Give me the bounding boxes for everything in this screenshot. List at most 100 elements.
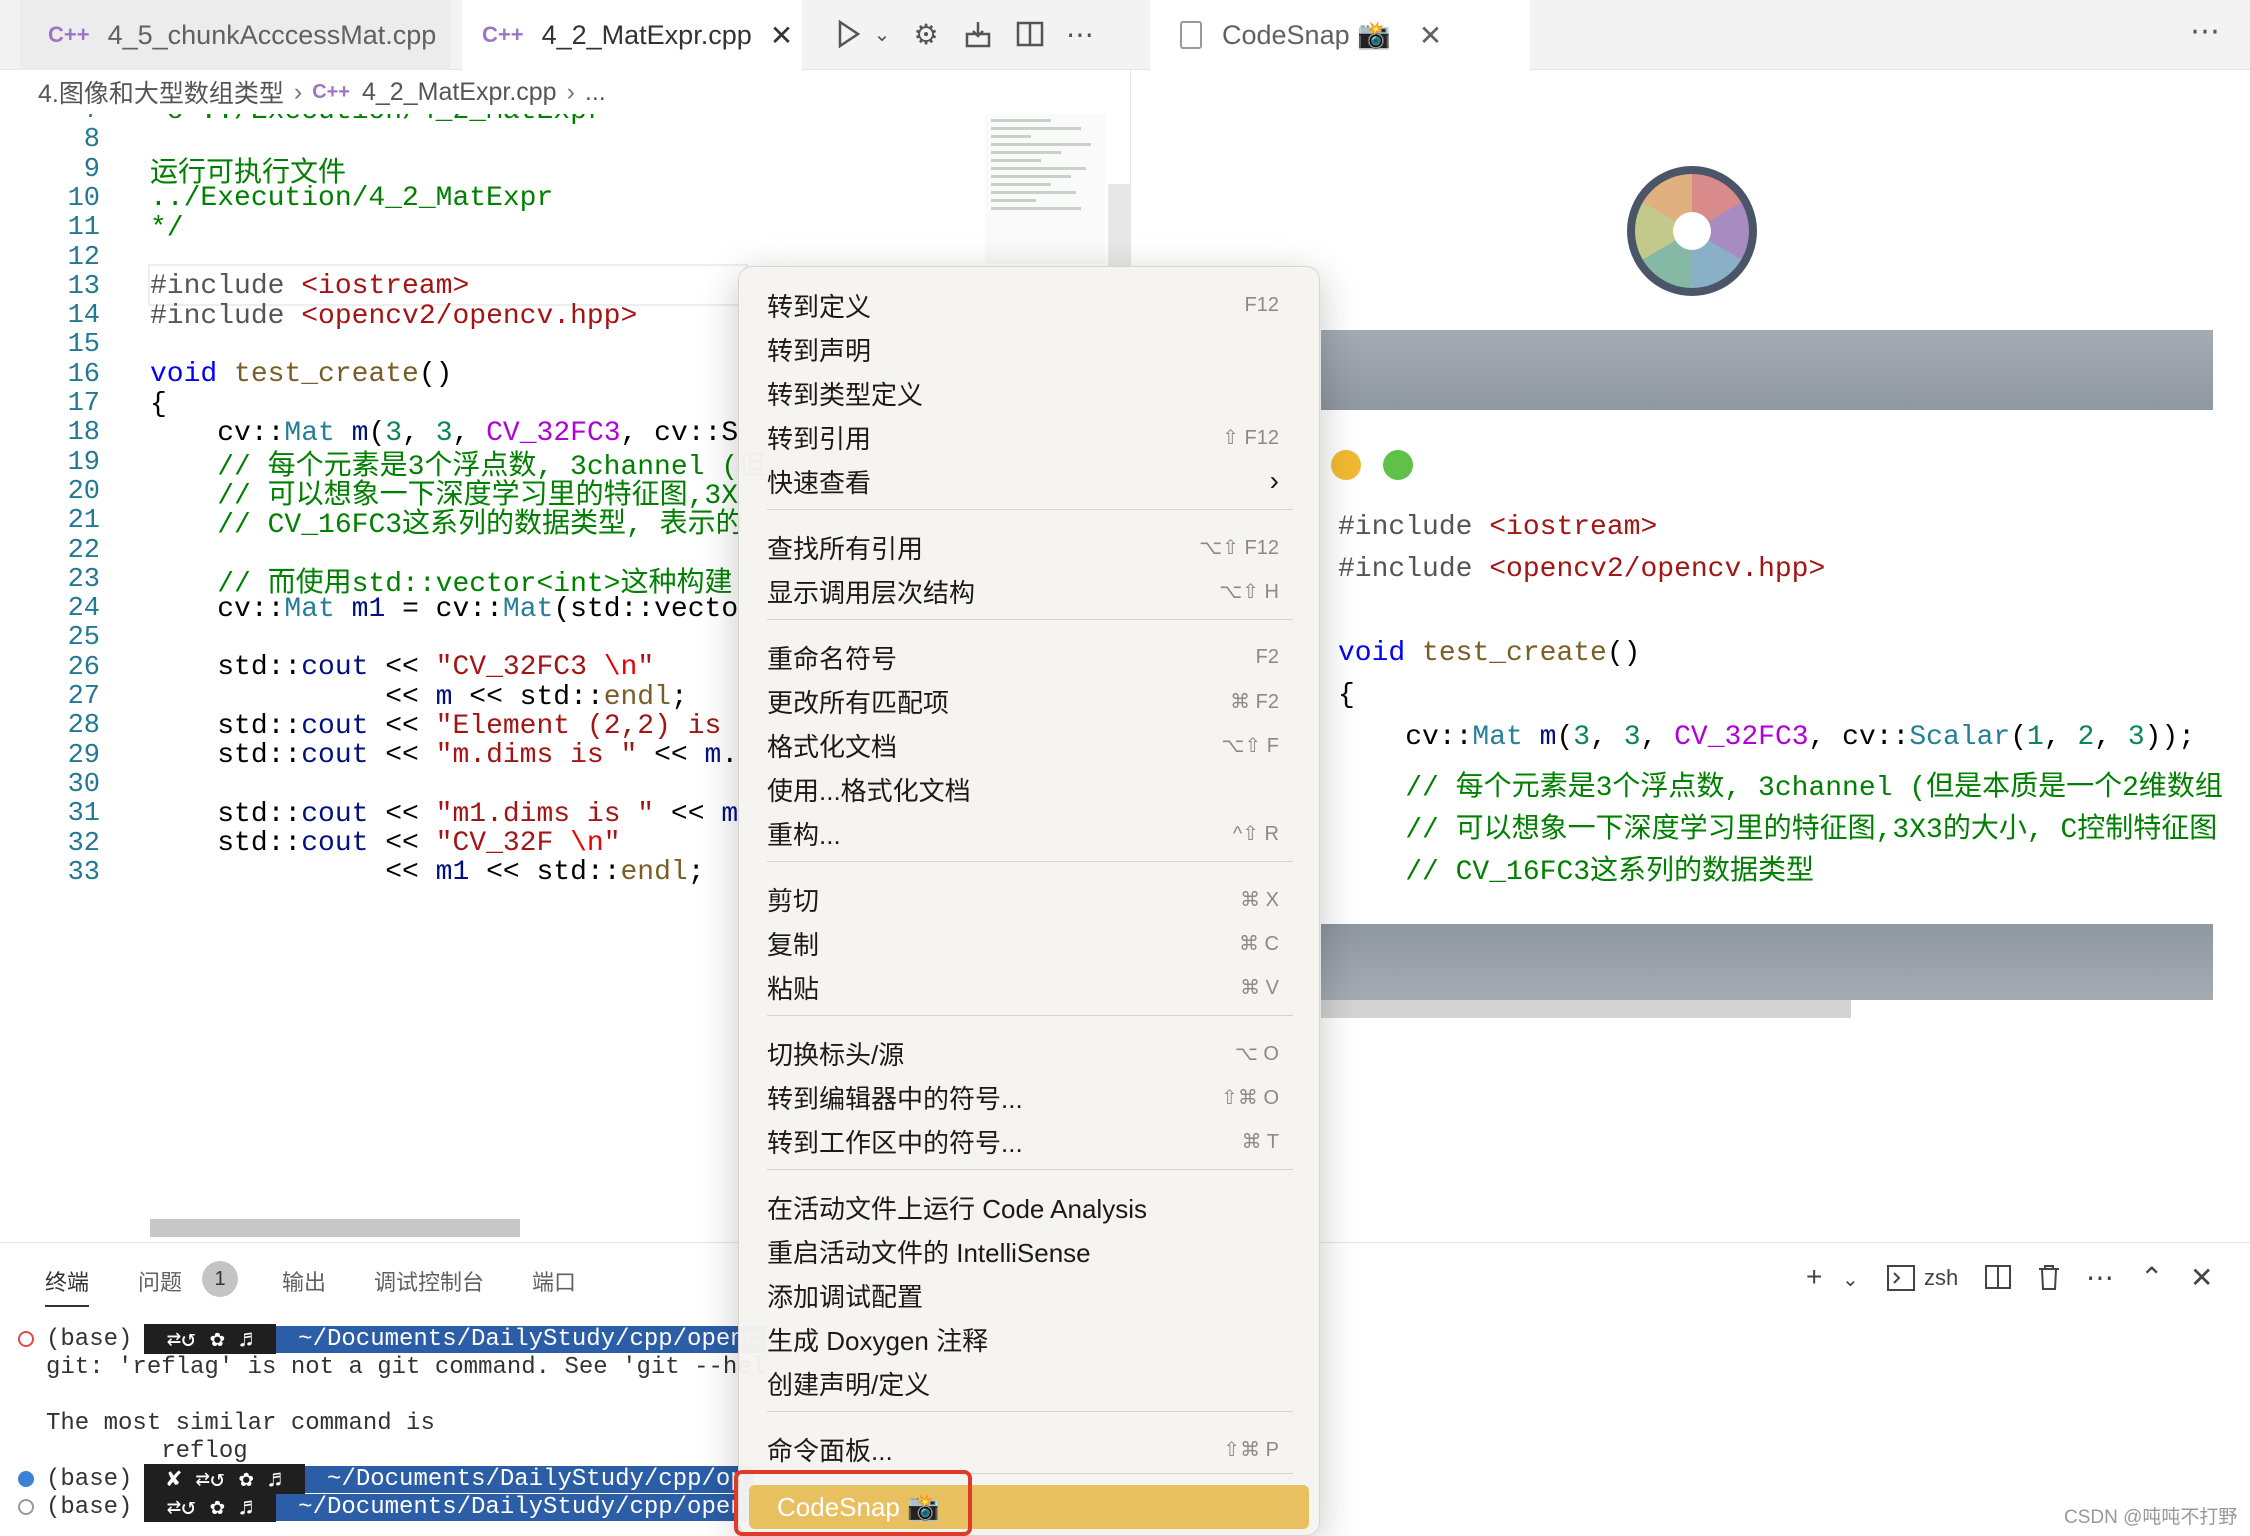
menu-item[interactable]: 转到编辑器中的符号... ⇧⌘ O: [767, 1077, 1293, 1117]
snapshot-code-line: #include <iostream>: [1338, 512, 1658, 543]
tab-ports[interactable]: 端口: [532, 1265, 576, 1297]
watermark: CSDN @吨吨不打野: [2064, 1507, 2238, 1528]
editor-tab-bar: C++ 4_5_chunkAcccessMat.cpp C++ 4_2_MatE…: [0, 0, 1130, 70]
close-panel-icon[interactable]: ✕: [2190, 1261, 2213, 1294]
breadcrumb-folder[interactable]: 4.图像和大型数组类型: [38, 74, 284, 110]
menu-item[interactable]: 创建声明/定义: [767, 1363, 1293, 1403]
breadcrumb-file[interactable]: 4_2_MatExpr.cpp: [362, 78, 557, 107]
snapshot-code-line: // 每个元素是3个浮点数, 3channel (但是本质是一个2维数组: [1405, 773, 2223, 804]
breadcrumb: 4.图像和大型数组类型 › C++ 4_2_MatExpr.cpp › ...: [0, 70, 1130, 114]
tab-matexpr[interactable]: C++ 4_2_MatExpr.cpp ✕: [462, 0, 802, 70]
maximize-panel-icon[interactable]: ⌃: [2140, 1261, 2163, 1294]
error-status-icon: [18, 1331, 34, 1347]
shell-label[interactable]: zsh: [1924, 1265, 1958, 1291]
menu-item-label: 更改所有匹配项: [767, 687, 950, 718]
status-dot-icon: [18, 1499, 34, 1515]
menu-item-shortcut: F12: [1244, 293, 1279, 316]
menu-item[interactable]: 转到声明: [767, 329, 1293, 369]
menu-separator: [767, 1411, 1293, 1412]
snapshot-scrollbar[interactable]: [1321, 1000, 1851, 1018]
problems-count-badge: 1: [202, 1261, 238, 1297]
snapshot-code-line: void test_create(): [1338, 638, 1641, 669]
menu-item[interactable]: 转到引用 ⇧ F12: [767, 417, 1293, 457]
menu-item-label: 格式化文档: [767, 731, 898, 762]
terminal-output-line: git: 'reflag' is not a git command. See …: [46, 1353, 767, 1381]
more-actions-icon[interactable]: ⋯: [2190, 14, 2220, 49]
menu-item[interactable]: 重命名符号 F2: [767, 637, 1293, 677]
codesnap-logo: [1627, 166, 1757, 296]
split-editor-icon[interactable]: [1010, 14, 1050, 54]
snapshot-code-line: // CV_16FC3这系列的数据类型: [1405, 857, 1815, 888]
menu-item[interactable]: 格式化文档 ⌥⇧ F: [767, 725, 1293, 765]
trash-icon[interactable]: [2036, 1263, 2062, 1298]
menu-item-shortcut: ⇧⌘ O: [1221, 1086, 1279, 1109]
menu-item[interactable]: 使用...格式化文档: [767, 769, 1293, 809]
file-icon: [1180, 21, 1202, 49]
close-icon[interactable]: ✕: [1419, 19, 1442, 52]
cpp-file-icon: C++: [312, 80, 350, 103]
menu-item-shortcut: ⌘ C: [1239, 932, 1279, 955]
tab-chunk-access-mat[interactable]: C++ 4_5_chunkAcccessMat.cpp: [20, 0, 450, 70]
menu-item[interactable]: 切换标头/源 ⌥ O: [767, 1033, 1293, 1073]
menu-item[interactable]: 查找所有引用 ⌥⇧ F12: [767, 527, 1293, 567]
chevron-right-icon: ›: [293, 77, 303, 106]
menu-item[interactable]: 更改所有匹配项 ⌘ F2: [767, 681, 1293, 721]
chevron-down-icon[interactable]: ⌄: [862, 14, 902, 54]
menu-item[interactable]: 重启活动文件的 IntelliSense: [767, 1231, 1293, 1271]
window-dot-green: [1383, 450, 1413, 480]
tab-debug-console[interactable]: 调试控制台: [374, 1265, 484, 1297]
gear-icon[interactable]: ⚙: [906, 14, 946, 54]
chevron-right-icon: ›: [566, 77, 575, 106]
menu-item-label: 复制: [767, 929, 820, 960]
menu-item[interactable]: 在活动文件上运行 Code Analysis: [767, 1187, 1293, 1227]
new-terminal-icon[interactable]: +: [1806, 1261, 1822, 1293]
horizontal-scrollbar[interactable]: [150, 1219, 520, 1237]
menu-item-label: 使用...格式化文档: [767, 775, 971, 806]
tab-terminal[interactable]: 终端: [45, 1265, 90, 1307]
menu-item[interactable]: 粘贴 ⌘ V: [767, 967, 1293, 1007]
menu-item[interactable]: 快速查看 ›: [767, 461, 1293, 501]
breadcrumb-more[interactable]: ...: [585, 78, 606, 107]
more-actions-icon[interactable]: ⋯: [1060, 14, 1100, 54]
terminal-prompt-line: (base) ⇄↺ ✿ ♬ ~/Documents/DailyStudy/cpp…: [0, 1324, 768, 1354]
menu-item[interactable]: 显示调用层次结构 ⌥⇧ H: [767, 571, 1293, 611]
menu-item-label: 转到类型定义: [767, 379, 924, 410]
tab-codesnap[interactable]: CodeSnap 📸 ✕: [1150, 0, 1530, 70]
menu-item[interactable]: 命令面板... ⇧⌘ P: [767, 1429, 1293, 1469]
menu-item-shortcut: ⌘ T: [1241, 1130, 1279, 1153]
cpp-file-icon: C++: [482, 22, 524, 47]
menu-item[interactable]: 复制 ⌘ C: [767, 923, 1293, 963]
menu-item[interactable]: 重构... ^⇧ R: [767, 813, 1293, 853]
menu-item-shortcut: F2: [1255, 645, 1279, 668]
menu-item[interactable]: 添加调试配置: [767, 1275, 1293, 1315]
menu-item[interactable]: 转到工作区中的符号... ⌘ T: [767, 1121, 1293, 1161]
chevron-down-icon[interactable]: ⌄: [1842, 1267, 1859, 1292]
menu-item[interactable]: 转到类型定义: [767, 373, 1293, 413]
menu-item-shortcut: ⌥⇧ F12: [1199, 536, 1279, 559]
menu-item-label: 显示调用层次结构: [767, 577, 976, 608]
tab-label: CodeSnap 📸: [1222, 20, 1391, 50]
close-icon[interactable]: ✕: [770, 19, 793, 52]
snapshot-code-line: {: [1338, 680, 1355, 711]
build-icon[interactable]: [958, 14, 998, 54]
split-terminal-icon[interactable]: [1984, 1263, 2012, 1298]
menu-item-shortcut: ⌘ X: [1240, 888, 1279, 911]
menu-item[interactable]: 转到定义 F12: [767, 285, 1293, 325]
tab-problems[interactable]: 问题: [138, 1265, 182, 1297]
terminal-icon: [1886, 1263, 1916, 1300]
menu-item-label: 生成 Doxygen 注释: [767, 1325, 989, 1356]
context-menu: 转到定义 F12 转到声明转到类型定义转到引用 ⇧ F12 快速查看 › 查找所有引用 ⌥⇧ …: [738, 266, 1320, 1536]
menu-item-label: 快速查看: [767, 467, 872, 498]
menu-separator: [767, 619, 1293, 620]
window-dot-yellow: [1331, 450, 1361, 480]
snapshot-code-line: #include <opencv2/opencv.hpp>: [1338, 554, 1826, 585]
menu-item[interactable]: 生成 Doxygen 注释: [767, 1319, 1293, 1359]
menu-item[interactable]: 剪切 ⌘ X: [767, 879, 1293, 919]
more-actions-icon[interactable]: ⋯: [2086, 1261, 2114, 1294]
codesnap-tab-bar: CodeSnap 📸 ✕ ⋯: [1130, 0, 2250, 70]
snapshot-frame-top: [1321, 330, 2213, 410]
status-dot-icon: [18, 1471, 34, 1487]
snapshot-frame-bottom: [1321, 924, 2213, 1000]
tab-output[interactable]: 输出: [282, 1265, 326, 1297]
